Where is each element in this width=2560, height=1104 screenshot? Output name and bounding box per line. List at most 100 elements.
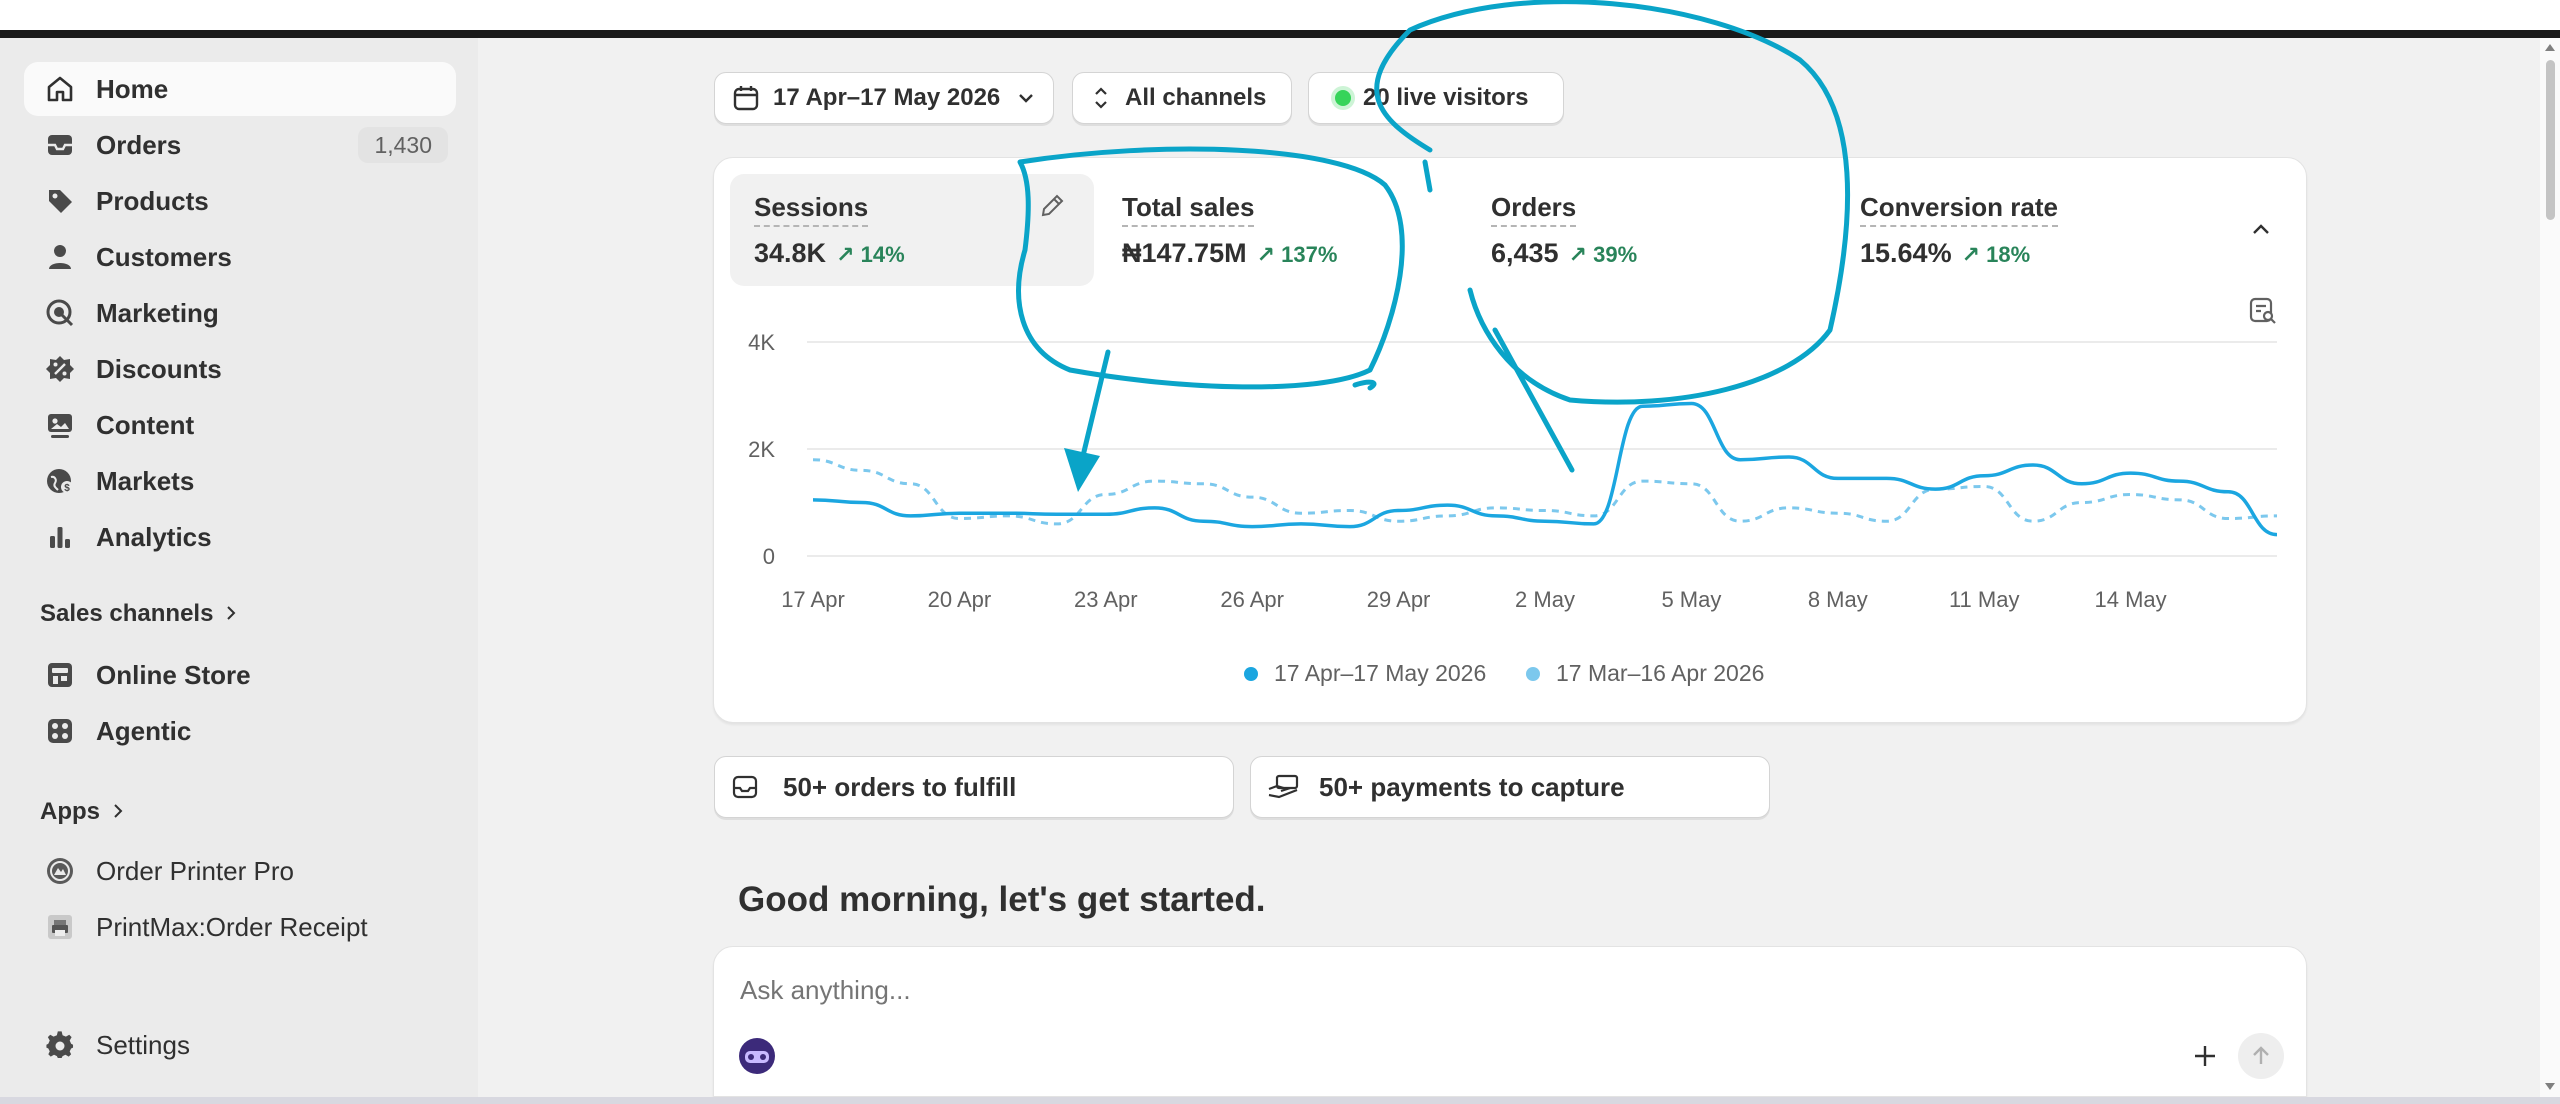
sidebar-item-online-store[interactable]: Online Store — [24, 648, 456, 702]
sidebar-item-label: Agentic — [96, 715, 192, 746]
inbox-outline-icon — [731, 773, 759, 801]
chart-series-current-line — [812, 401, 2278, 537]
legend-current-label: 17 Apr–17 May 2026 — [1274, 660, 1487, 686]
sales-channels-header[interactable]: Sales channels — [40, 600, 239, 628]
chart-x-tick-label: 14 May — [2095, 587, 2167, 612]
metric-change-text: 137% — [1281, 242, 1338, 267]
agentic-icon — [44, 715, 76, 747]
sidebar-item-label: Settings — [96, 1029, 190, 1060]
orders-to-fulfill-button[interactable]: 50+ orders to fulfill — [714, 756, 1234, 818]
channels-label: All channels — [1125, 84, 1267, 111]
home-icon — [44, 73, 76, 105]
sidebar-item-label: Discounts — [96, 353, 222, 384]
gear-icon — [44, 1029, 76, 1061]
sidebar-item-label: Order Printer Pro — [96, 855, 294, 886]
add-plus-icon[interactable] — [2192, 1043, 2218, 1074]
tag-icon — [44, 185, 76, 217]
sidebar-item-home[interactable]: Home — [24, 62, 456, 116]
sidebar-item-products[interactable]: Products — [24, 174, 456, 228]
assistant-avatar[interactable] — [738, 1037, 776, 1075]
metric-orders[interactable]: Orders 6,435 ↗ 39% — [1467, 174, 1831, 286]
collapse-chevron-up-icon[interactable] — [2248, 216, 2274, 247]
bar-chart-icon — [44, 521, 76, 553]
sidebar-item-discounts[interactable]: Discounts — [24, 342, 456, 396]
sidebar-item-label: Orders — [96, 129, 182, 160]
metric-value: 15.64% ↗ 18% — [1860, 238, 2030, 269]
chart-x-tick-label: 2 May — [1515, 587, 1575, 612]
content-icon — [44, 409, 76, 441]
sessions-line-chart: 4K 2K 017 Apr 20 Apr 23 Apr 26 Apr 29 Apr 2 May… — [748, 330, 2278, 612]
chart-x-tick-label: 11 May — [1949, 587, 2020, 612]
metric-change-text: 14% — [860, 242, 905, 267]
admin-top-bar — [0, 30, 2560, 38]
date-range-picker[interactable]: 17 Apr–17 May 2026 — [714, 72, 1054, 124]
metric-change: ↗ 18% — [1961, 242, 2031, 267]
metric-conversion-rate[interactable]: Conversion rate 15.64% ↗ 18% — [1836, 174, 2200, 286]
chart-x-tick-label: 26 Apr — [1220, 587, 1284, 612]
metric-label: Conversion rate — [1860, 192, 2058, 227]
metric-label: Sessions — [754, 192, 869, 227]
apps-title: Apps — [40, 798, 100, 825]
chart-x-tick-label: 17 Apr — [781, 587, 845, 612]
sidebar-item-customers[interactable]: Customers — [24, 230, 456, 284]
metric-value-text: 15.64% — [1860, 238, 1952, 268]
order-printer-app-icon — [44, 855, 76, 887]
calendar-icon — [733, 85, 759, 111]
sidebar-item-marketing[interactable]: Marketing — [24, 286, 456, 340]
sidebar-item-orders[interactable]: Orders 1,430 — [24, 118, 456, 172]
metric-value: ₦147.75M ↗ 137% — [1122, 238, 1337, 269]
scroll-up-icon[interactable] — [2543, 40, 2557, 58]
target-icon — [44, 297, 76, 329]
pencil-icon[interactable] — [1038, 192, 1066, 225]
send-arrow-up-icon[interactable] — [2238, 1033, 2284, 1079]
printmax-app-icon — [44, 911, 76, 943]
metric-change: ↗ 39% — [1568, 242, 1638, 267]
chart-x-tick-label: 29 Apr — [1367, 587, 1431, 612]
date-range-label: 17 Apr–17 May 2026 — [773, 84, 1001, 111]
sidebar-item-settings[interactable]: Settings — [24, 1018, 456, 1072]
sidebar-item-label: Online Store — [96, 659, 251, 690]
legend-previous-label: 17 Mar–16 Apr 2026 — [1556, 660, 1765, 686]
sidebar-item-agentic[interactable]: Agentic — [24, 704, 456, 758]
sidebar-item-markets[interactable]: $ Markets — [24, 454, 456, 508]
metric-change: ↗ 137% — [1256, 242, 1338, 267]
sidebar-item-printmax[interactable]: PrintMax:Order Receipt — [24, 900, 456, 954]
payments-to-capture-button[interactable]: 50+ payments to capture — [1250, 756, 1770, 818]
ask-anything-input[interactable] — [738, 967, 2042, 1013]
live-visitors-label: 20 live visitors — [1363, 84, 1529, 111]
metric-value-text: 34.8K — [754, 238, 827, 268]
scroll-down-icon[interactable] — [2543, 1080, 2557, 1098]
chart-y-tick-label: 2K — [748, 437, 775, 462]
apps-header[interactable]: Apps — [40, 798, 126, 826]
legend-current-swatch — [1244, 666, 1258, 681]
sidebar-item-label: Content — [96, 409, 195, 440]
legend-previous[interactable]: 17 Mar–16 Apr 2026 — [1526, 660, 1764, 687]
orders-count-badge: 1,430 — [358, 127, 448, 163]
metric-change-text: 18% — [1986, 242, 2031, 267]
legend-previous-swatch — [1526, 666, 1540, 681]
metric-value-text: ₦147.75M — [1122, 238, 1247, 268]
metric-sessions[interactable]: Sessions 34.8K ↗ 14% — [730, 174, 1094, 286]
chart-y-tick-label: 4K — [748, 330, 775, 355]
payments-to-capture-label: 50+ payments to capture — [1319, 771, 1625, 802]
discount-icon — [44, 353, 76, 385]
person-icon — [44, 241, 76, 273]
metric-change: ↗ 14% — [836, 242, 905, 267]
legend-current[interactable]: 17 Apr–17 May 2026 — [1244, 660, 1486, 687]
chevron-right-icon — [110, 798, 126, 826]
chart-x-tick-label: 23 Apr — [1074, 587, 1138, 612]
sidebar-item-order-printer-pro[interactable]: Order Printer Pro — [24, 844, 456, 898]
scrollbar-thumb[interactable] — [2546, 60, 2555, 220]
sidebar-item-label: Customers — [96, 241, 232, 272]
sidebar-item-content[interactable]: Content — [24, 398, 456, 452]
metric-label: Orders — [1491, 192, 1577, 227]
greeting-heading: Good morning, let's get started. — [738, 880, 1266, 919]
metric-label: Total sales — [1122, 192, 1255, 227]
sidebar-item-label: Products — [96, 185, 209, 216]
sidebar-item-analytics[interactable]: Analytics — [24, 510, 456, 564]
chart-x-tick-label: 20 Apr — [928, 587, 992, 612]
live-visitors-button[interactable]: 20 live visitors — [1308, 72, 1564, 124]
chart-x-tick-label: 8 May — [1808, 587, 1868, 612]
metric-total-sales[interactable]: Total sales ₦147.75M ↗ 137% — [1098, 174, 1462, 286]
channels-selector[interactable]: All channels — [1072, 72, 1292, 124]
